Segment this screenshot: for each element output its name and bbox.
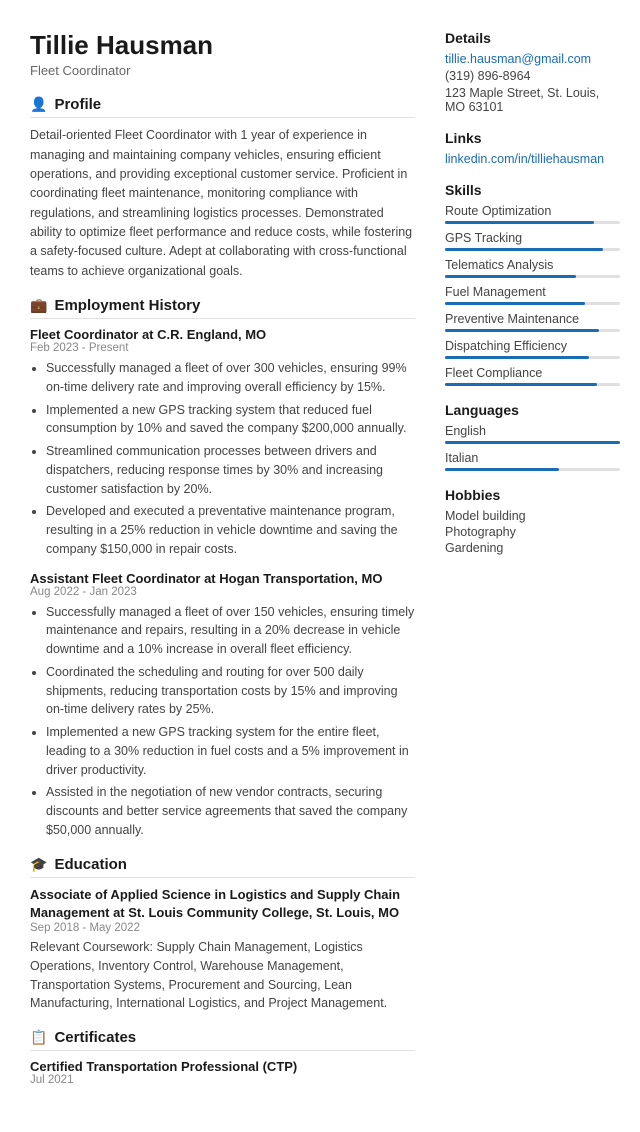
job-date: Aug 2022 - Jan 2023 bbox=[30, 586, 415, 598]
profile-section-title: 👤 Profile bbox=[30, 96, 415, 118]
skill-bar-fill bbox=[445, 275, 576, 278]
profile-text: Detail-oriented Fleet Coordinator with 1… bbox=[30, 126, 415, 281]
job-title: Assistant Fleet Coordinator at Hogan Tra… bbox=[30, 571, 415, 586]
edu-degree: Associate of Applied Science in Logistic… bbox=[30, 886, 415, 922]
language-bar-fill bbox=[445, 468, 559, 471]
profile-section: 👤 Profile Detail-oriented Fleet Coordina… bbox=[30, 96, 415, 281]
skill-label: Fleet Compliance bbox=[445, 366, 620, 380]
skill-item: Fuel Management bbox=[445, 285, 620, 305]
employment-section-title: 💼 Employment History bbox=[30, 297, 415, 319]
skill-bar-bg bbox=[445, 356, 620, 359]
language-bar-fill bbox=[445, 441, 620, 444]
job-bullet: Implemented a new GPS tracking system th… bbox=[46, 401, 415, 439]
skill-label: Dispatching Efficiency bbox=[445, 339, 620, 353]
education-section-title: 🎓 Education bbox=[30, 856, 415, 878]
job-item: Fleet Coordinator at C.R. England, MOFeb… bbox=[30, 327, 415, 559]
skill-label: Fuel Management bbox=[445, 285, 620, 299]
education-icon: 🎓 bbox=[30, 856, 47, 873]
skill-label: Route Optimization bbox=[445, 204, 620, 218]
skills-section: Skills Route Optimization GPS Tracking Tel… bbox=[445, 182, 620, 386]
employment-section: 💼 Employment History Fleet Coordinator a… bbox=[30, 297, 415, 840]
skill-bar-bg bbox=[445, 302, 620, 305]
links-section: Links linkedin.com/in/tilliehausman bbox=[445, 130, 620, 166]
cert-icon: 📋 bbox=[30, 1029, 47, 1046]
languages-title: Languages bbox=[445, 402, 620, 418]
skill-bar-bg bbox=[445, 221, 620, 224]
right-sidebar: Details tillie.hausman@gmail.com (319) 8… bbox=[445, 30, 620, 1102]
header: Tillie Hausman Fleet Coordinator bbox=[30, 30, 415, 78]
certificates-section-title: 📋 Certificates bbox=[30, 1029, 415, 1051]
details-section: Details tillie.hausman@gmail.com (319) 8… bbox=[445, 30, 620, 114]
skill-item: Route Optimization bbox=[445, 204, 620, 224]
skill-label: GPS Tracking bbox=[445, 231, 620, 245]
cert-title: Certified Transportation Professional (C… bbox=[30, 1059, 415, 1074]
education-section: 🎓 Education Associate of Applied Science… bbox=[30, 856, 415, 1013]
language-label: Italian bbox=[445, 451, 620, 465]
job-item: Assistant Fleet Coordinator at Hogan Tra… bbox=[30, 571, 415, 840]
hobby-item: Gardening bbox=[445, 541, 620, 555]
skill-item: Fleet Compliance bbox=[445, 366, 620, 386]
skill-bar-bg bbox=[445, 248, 620, 251]
skill-bar-fill bbox=[445, 248, 603, 251]
hobbies-section: Hobbies Model building Photography Gardeni… bbox=[445, 487, 620, 555]
job-date: Feb 2023 - Present bbox=[30, 342, 415, 354]
language-label: English bbox=[445, 424, 620, 438]
skill-bar-bg bbox=[445, 383, 620, 386]
job-bullet: Successfully managed a fleet of over 150… bbox=[46, 603, 415, 659]
skill-item: GPS Tracking bbox=[445, 231, 620, 251]
job-bullet: Assisted in the negotiation of new vendo… bbox=[46, 783, 415, 839]
skill-label: Telematics Analysis bbox=[445, 258, 620, 272]
candidate-title: Fleet Coordinator bbox=[30, 63, 415, 78]
skill-bar-fill bbox=[445, 329, 599, 332]
skill-bar-fill bbox=[445, 383, 597, 386]
hobby-item: Photography bbox=[445, 525, 620, 539]
email-link[interactable]: tillie.hausman@gmail.com bbox=[445, 52, 620, 66]
language-bar-bg bbox=[445, 441, 620, 444]
links-title: Links bbox=[445, 130, 620, 146]
skill-item: Telematics Analysis bbox=[445, 258, 620, 278]
details-title: Details bbox=[445, 30, 620, 46]
skill-bar-fill bbox=[445, 302, 585, 305]
skill-bar-fill bbox=[445, 356, 589, 359]
language-item: Italian bbox=[445, 451, 620, 471]
candidate-name: Tillie Hausman bbox=[30, 30, 415, 61]
job-bullet: Streamlined communication processes betw… bbox=[46, 442, 415, 498]
skill-bar-bg bbox=[445, 329, 620, 332]
language-bar-bg bbox=[445, 468, 620, 471]
job-bullet: Implemented a new GPS tracking system fo… bbox=[46, 723, 415, 779]
job-bullet: Successfully managed a fleet of over 300… bbox=[46, 359, 415, 397]
job-bullet: Developed and executed a preventative ma… bbox=[46, 502, 415, 558]
employment-icon: 💼 bbox=[30, 297, 47, 314]
language-item: English bbox=[445, 424, 620, 444]
job-bullet: Coordinated the scheduling and routing f… bbox=[46, 663, 415, 719]
edu-coursework: Relevant Coursework: Supply Chain Manage… bbox=[30, 938, 415, 1013]
skill-bar-fill bbox=[445, 221, 594, 224]
profile-icon: 👤 bbox=[30, 96, 47, 113]
skill-item: Dispatching Efficiency bbox=[445, 339, 620, 359]
address: 123 Maple Street, St. Louis, MO 63101 bbox=[445, 86, 620, 114]
languages-section: Languages English Italian bbox=[445, 402, 620, 471]
job-title: Fleet Coordinator at C.R. England, MO bbox=[30, 327, 415, 342]
skills-title: Skills bbox=[445, 182, 620, 198]
cert-date: Jul 2021 bbox=[30, 1074, 415, 1086]
skill-bar-bg bbox=[445, 275, 620, 278]
skill-item: Preventive Maintenance bbox=[445, 312, 620, 332]
hobby-item: Model building bbox=[445, 509, 620, 523]
certificates-section: 📋 Certificates Certified Transportation … bbox=[30, 1029, 415, 1086]
skill-label: Preventive Maintenance bbox=[445, 312, 620, 326]
hobbies-title: Hobbies bbox=[445, 487, 620, 503]
edu-date: Sep 2018 - May 2022 bbox=[30, 922, 415, 934]
phone: (319) 896-8964 bbox=[445, 69, 620, 83]
linkedin-link[interactable]: linkedin.com/in/tilliehausman bbox=[445, 152, 620, 166]
